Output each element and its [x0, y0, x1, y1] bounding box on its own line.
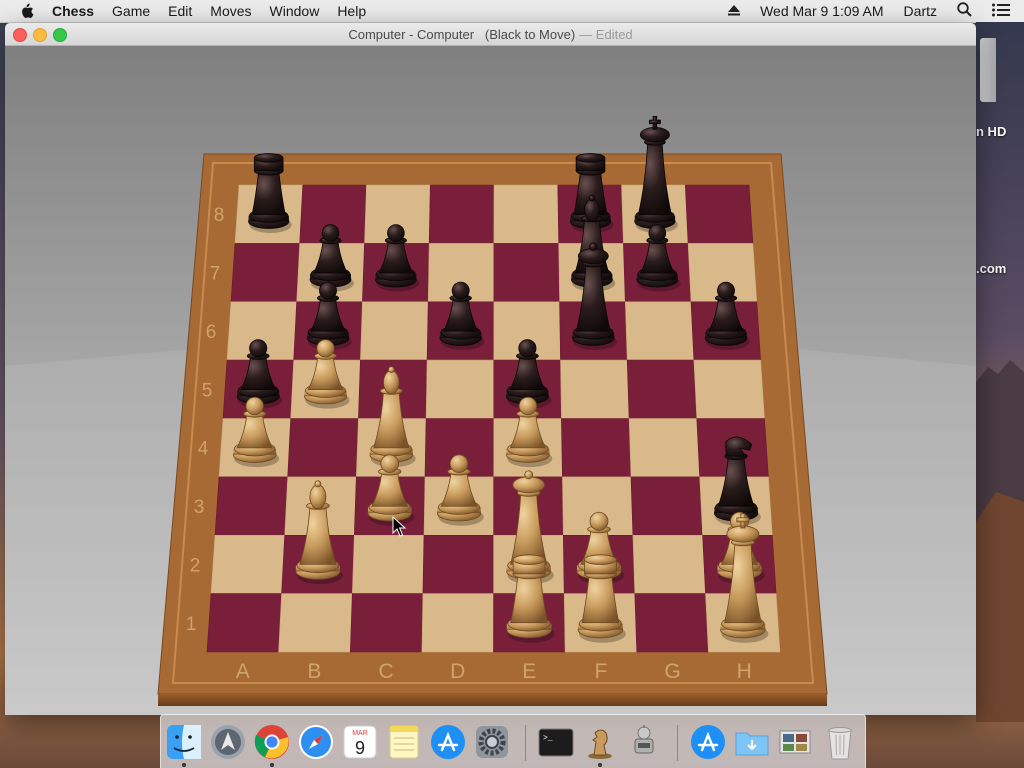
menubar-user[interactable]: Dartz	[904, 3, 937, 19]
rank-label: 2	[190, 555, 201, 576]
board-frame-front	[158, 694, 827, 706]
menu-moves[interactable]: Moves	[210, 3, 251, 19]
notification-center-icon[interactable]	[992, 3, 1010, 20]
menu-game[interactable]: Game	[112, 3, 150, 19]
board-square-e7[interactable]	[493, 243, 560, 303]
file-label: A	[236, 660, 250, 683]
board-square-c2[interactable]	[351, 534, 425, 594]
automator-icon[interactable]	[625, 723, 663, 761]
board-square-b1[interactable]	[278, 593, 353, 653]
downloads-app-store-icon[interactable]	[689, 723, 727, 761]
chess-board-view[interactable]: A B C D E F G H 8 7 6 5 4 3 2 1	[5, 46, 976, 715]
board-square-d5[interactable]	[425, 359, 495, 419]
calendar-day: 9	[355, 738, 365, 758]
board-square-d8[interactable]	[428, 184, 495, 244]
board-square-a1[interactable]	[206, 593, 282, 653]
board-square-h5[interactable]	[693, 359, 765, 419]
trash-icon[interactable]	[821, 723, 859, 761]
svg-text:>_: >_	[543, 734, 553, 743]
file-label: H	[737, 660, 752, 683]
menu-window[interactable]: Window	[270, 3, 320, 19]
terminal-icon[interactable]: >_	[537, 723, 575, 761]
notes-icon[interactable]	[385, 723, 423, 761]
eject-icon[interactable]	[728, 3, 741, 19]
dock: MAR 9 >_	[160, 714, 866, 768]
board-square-f5[interactable]	[560, 359, 630, 419]
desktop-label-hd[interactable]: n HD	[976, 124, 1006, 139]
board-square-g3[interactable]	[630, 476, 703, 536]
board-square-a3[interactable]	[214, 476, 289, 536]
rank-label: 4	[198, 439, 209, 460]
rank-label: 5	[202, 380, 213, 401]
window-edited-status: — Edited	[579, 26, 633, 42]
folder-icon[interactable]	[733, 723, 771, 761]
chess-window: Computer - Computer (Black to Move) — Ed…	[5, 23, 976, 715]
minimize-window-button[interactable]	[33, 28, 47, 42]
running-indicator	[270, 763, 274, 767]
board-square-c1[interactable]	[349, 593, 424, 653]
close-window-button[interactable]	[13, 28, 27, 42]
board-square-d2[interactable]	[422, 534, 494, 594]
board-square-a7[interactable]	[230, 243, 301, 303]
board-square-g5[interactable]	[626, 359, 698, 419]
rank-label: 6	[206, 322, 217, 343]
board-square-b4[interactable]	[287, 418, 359, 478]
file-label: F	[594, 660, 607, 683]
menu-edit[interactable]: Edit	[168, 3, 192, 19]
menu-bar: Chess Game Edit Moves Window Help Wed Ma…	[0, 0, 1024, 23]
file-label: D	[450, 660, 465, 683]
app-store-icon[interactable]	[429, 723, 467, 761]
file-label: E	[522, 660, 536, 683]
dock-separator	[525, 725, 526, 761]
window-title: Computer - Computer (Black to Move)	[348, 26, 576, 42]
chess-icon[interactable]	[581, 723, 619, 761]
board-square-g4[interactable]	[628, 418, 701, 478]
window-titlebar[interactable]: Computer - Computer (Black to Move) — Ed…	[5, 23, 976, 46]
running-indicator	[182, 763, 186, 767]
apple-menu-icon[interactable]	[20, 3, 34, 19]
running-indicator	[598, 763, 602, 767]
board-square-g2[interactable]	[632, 534, 706, 594]
file-label: C	[379, 660, 394, 683]
finder-icon[interactable]	[165, 723, 203, 761]
board-square-a2[interactable]	[210, 534, 286, 594]
board-square-h8[interactable]	[684, 184, 754, 244]
launchpad-icon[interactable]	[209, 723, 247, 761]
hard-drive-icon[interactable]	[980, 38, 996, 102]
spotlight-search-icon[interactable]	[957, 2, 972, 20]
rank-label: 7	[210, 264, 221, 285]
chrome-icon[interactable]	[253, 723, 291, 761]
board-square-g1[interactable]	[634, 593, 709, 653]
calendar-month: MAR	[352, 730, 368, 737]
system-preferences-icon[interactable]	[473, 723, 511, 761]
file-label: G	[664, 660, 680, 683]
board-square-g6[interactable]	[624, 301, 695, 361]
board-square-d1[interactable]	[421, 593, 494, 653]
calendar-icon[interactable]: MAR 9	[341, 723, 379, 761]
rank-label: 8	[214, 205, 225, 226]
zoom-window-button[interactable]	[53, 28, 67, 42]
rank-label: 1	[186, 614, 197, 635]
menubar-clock[interactable]: Wed Mar 9 1:09 AM	[760, 3, 883, 19]
safari-icon[interactable]	[297, 723, 335, 761]
file-label: B	[307, 660, 321, 683]
board-square-c6[interactable]	[360, 301, 429, 361]
rank-label: 3	[194, 497, 205, 518]
desktop-label-com[interactable]: .com	[976, 261, 1006, 276]
board-square-f4[interactable]	[561, 418, 632, 478]
chess-scene: A B C D E F G H 8 7 6 5 4 3 2 1	[5, 46, 976, 715]
board-square-e8[interactable]	[493, 184, 560, 244]
menu-chess[interactable]: Chess	[52, 3, 94, 19]
dock-separator	[677, 725, 678, 761]
menu-help[interactable]: Help	[337, 3, 366, 19]
photos-stack-icon[interactable]	[777, 723, 815, 761]
